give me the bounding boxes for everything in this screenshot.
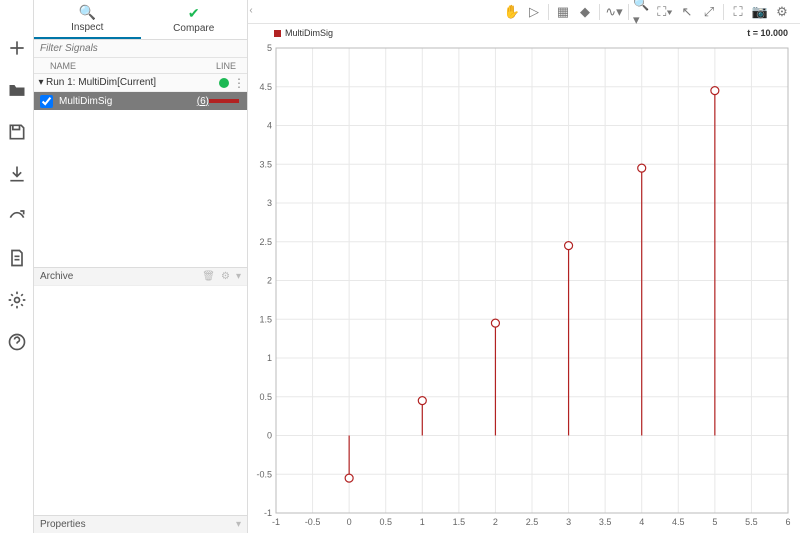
svg-text:0.5: 0.5 [259,392,272,402]
clear-icon[interactable]: ◆ [575,2,595,22]
report-icon[interactable] [7,248,27,268]
left-icon-rail [0,0,34,533]
col-line: LINE [205,61,247,71]
tab-compare[interactable]: ✔ Compare [141,0,248,39]
toolbar-sep [548,4,549,20]
import-icon[interactable] [7,164,27,184]
svg-text:2.5: 2.5 [526,517,539,527]
signal-count[interactable]: (6) [197,96,209,107]
svg-text:3: 3 [267,198,272,208]
svg-text:-0.5: -0.5 [305,517,321,527]
filter-signals-input[interactable] [40,43,241,54]
cursor-icon[interactable]: ↖ [677,2,697,22]
folder-icon[interactable] [7,80,27,100]
svg-text:5: 5 [712,517,717,527]
properties-label: Properties [40,519,86,530]
zoom-icon[interactable]: 🔍▾ [633,2,653,22]
check-icon: ✔ [188,5,200,22]
svg-text:3.5: 3.5 [599,517,612,527]
svg-text:4: 4 [639,517,644,527]
save-icon[interactable] [7,122,27,142]
run-status-dot [219,78,229,88]
run-row[interactable]: ▾ Run 1: MultiDim[Current] ⋮ [34,74,247,92]
plot-svg[interactable]: -1 -0.5 0 0.5 1 1.5 2 2.5 3 3.5 4 4.5 5 5.5 6 -1 -0.5 0 0.… [248,40,800,533]
plot-timestamp: t = 10.000 [747,28,788,38]
svg-text:4: 4 [267,121,272,131]
legend-swatch [274,30,281,37]
svg-text:1.5: 1.5 [453,517,466,527]
plot-settings-icon[interactable]: ⚙ [772,2,792,22]
toolbar-sep [628,4,629,20]
svg-text:2.5: 2.5 [259,237,272,247]
play-icon[interactable]: ▷ [524,2,544,22]
toolbar-sep [723,4,724,20]
archive-gear-icon[interactable]: ⚙ [221,271,230,282]
svg-text:4.5: 4.5 [672,517,685,527]
svg-text:2: 2 [493,517,498,527]
run-label: Run 1: MultiDim[Current] [46,77,156,88]
settings-icon[interactable] [7,290,27,310]
svg-text:0: 0 [267,431,272,441]
plot-legend: MultiDimSig [274,28,333,38]
col-name: NAME [50,61,205,71]
svg-text:5: 5 [267,43,272,53]
sidebar-collapse-icon[interactable]: ‹ [247,2,255,18]
svg-text:5.5: 5.5 [745,517,758,527]
pan-hand-icon[interactable]: ✋ [502,2,522,22]
svg-text:-1: -1 [264,508,272,518]
svg-text:0: 0 [347,517,352,527]
export-icon[interactable] [7,206,27,226]
properties-chevron-icon[interactable]: ▾ [236,519,241,530]
svg-text:4.5: 4.5 [259,82,272,92]
svg-text:6: 6 [785,517,790,527]
layout-grid-icon[interactable]: ▦ [553,2,573,22]
plot-toolbar: ✋ ▷ ▦ ◆ ∿▾ 🔍▾ ⛶▾ ↖ ⤢ ⛶ 📷 ⚙ [248,0,800,24]
svg-text:1.5: 1.5 [259,314,272,324]
signal-list-empty [34,110,247,267]
svg-text:-0.5: -0.5 [256,469,272,479]
archive-chevron-icon[interactable]: ▾ [236,271,241,282]
add-icon[interactable] [7,38,27,58]
search-icon: 🔍 [79,4,96,21]
tab-inspect-label: Inspect [71,22,103,33]
tab-inspect[interactable]: 🔍 Inspect [34,0,141,39]
svg-text:0.5: 0.5 [379,517,392,527]
toolbar-sep [599,4,600,20]
expand-axes-icon[interactable]: ⤢ [699,2,719,22]
main-panel: ✋ ▷ ▦ ◆ ∿▾ 🔍▾ ⛶▾ ↖ ⤢ ⛶ 📷 ⚙ MultiDimSig t… [248,0,800,533]
fit-icon[interactable]: ⛶▾ [655,2,675,22]
archive-delete-icon[interactable]: 🗑 [202,271,215,282]
help-icon[interactable] [7,332,27,352]
tab-compare-label: Compare [173,23,214,34]
signal-line-swatch [209,99,239,103]
sidebar: ‹ 🔍 Inspect ✔ Compare NAME LINE ▾ Run 1:… [34,0,248,533]
plot-area[interactable]: MultiDimSig t = 10.000 -1 -0.5 0 0.5 1 1.5 2 2.… [248,24,800,533]
svg-text:-1: -1 [272,517,280,527]
maximize-icon[interactable]: ⛶ [728,2,748,22]
snapshot-icon[interactable]: 📷 [750,2,770,22]
signal-checkbox[interactable] [40,95,53,108]
svg-text:1: 1 [420,517,425,527]
run-more-icon[interactable]: ⋮ [233,78,243,88]
signal-name: MultiDimSig [59,96,193,107]
filter-row [34,40,247,58]
expand-icon[interactable]: ▾ [36,77,46,88]
signal-style-icon[interactable]: ∿▾ [604,2,624,22]
svg-text:3.5: 3.5 [259,159,272,169]
sidebar-tabs: 🔍 Inspect ✔ Compare [34,0,247,40]
signal-row[interactable]: MultiDimSig (6) [34,92,247,110]
svg-text:3: 3 [566,517,571,527]
svg-text:2: 2 [267,276,272,286]
archive-body [34,285,247,515]
archive-label: Archive [40,271,73,282]
legend-label: MultiDimSig [285,28,333,38]
signal-table-header: NAME LINE [34,58,247,74]
archive-header[interactable]: Archive 🗑 ⚙ ▾ [34,267,247,285]
svg-text:1: 1 [267,353,272,363]
properties-header[interactable]: Properties ▾ [34,515,247,533]
